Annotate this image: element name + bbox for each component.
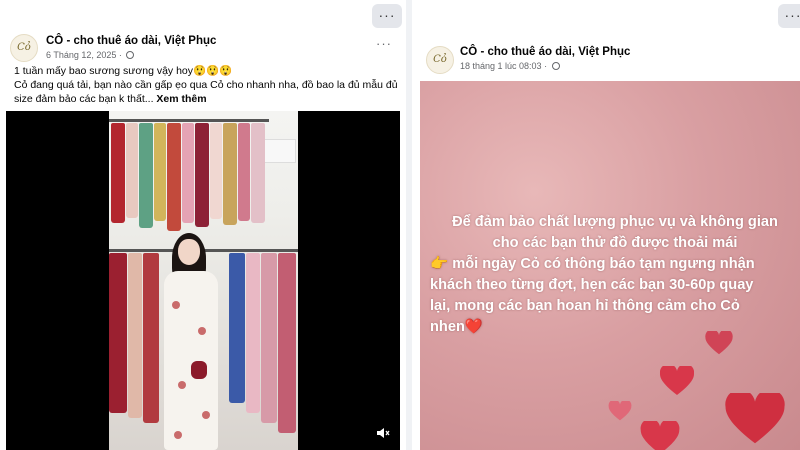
clothing-item <box>246 253 260 413</box>
video-frame <box>109 111 298 450</box>
heart-icon <box>640 421 680 450</box>
top-bar: ··· <box>0 0 406 28</box>
volume-muted-icon[interactable] <box>376 426 390 440</box>
overlay-line: 👉 mỗi ngày Cỏ có thông báo tạm ngưng nhậ… <box>430 256 755 272</box>
clothing-item <box>278 253 296 433</box>
image-overlay-text: Để đảm bảo chất lượng phục vụ và không g… <box>430 212 800 338</box>
heart-icon <box>608 401 632 421</box>
overlay-line: cho các bạn thử đồ được thoải mái <box>492 235 738 251</box>
post-image[interactable]: Để đảm bảo chất lượng phục vụ và không g… <box>420 81 800 450</box>
clothing-item <box>109 253 127 413</box>
page-name-link[interactable]: CÔ - cho thuê áo dài, Việt Phục <box>460 46 630 58</box>
air-conditioner <box>264 139 296 163</box>
flower-pattern <box>178 381 186 389</box>
page-avatar[interactable]: Cỏ <box>10 34 38 62</box>
clothing-item <box>195 123 209 227</box>
clothing-item <box>238 123 250 221</box>
post-right: ··· Cỏ CÔ - cho thuê áo dài, Việt Phục 1… <box>412 0 800 450</box>
clothing-item <box>223 123 237 225</box>
overlay-line: lại, mong các bạn hoan hỉ thông cảm cho … <box>430 298 740 314</box>
clothing-item <box>139 123 153 228</box>
caption-line: 1 tuần mấy bao sương sương vậy hoy😲😲😲 <box>14 65 233 77</box>
post-left: ··· Cỏ CÔ - cho thuê áo dài, Việt Phục 6… <box>0 0 406 450</box>
clothing-item <box>229 253 245 403</box>
post-header: Cỏ CÔ - cho thuê áo dài, Việt Phục 18 th… <box>412 42 800 82</box>
video-player[interactable] <box>6 111 400 450</box>
clothing-item <box>128 253 142 418</box>
clothing-item <box>167 123 181 231</box>
person-ao-dai <box>164 271 218 450</box>
post-timestamp[interactable]: 6 Tháng 12, 2025 · <box>46 50 122 60</box>
post-timestamp[interactable]: 18 tháng 1 lúc 08:03 · <box>460 61 547 71</box>
clothing-item <box>111 123 125 223</box>
clothing-item <box>261 253 277 423</box>
caption-text: Cỏ đang quá tải, bạn nào cần gấp ẹo qua … <box>14 78 399 106</box>
clothing-item <box>143 253 159 423</box>
heart-icon <box>660 366 694 395</box>
post-meta: 18 tháng 1 lúc 08:03 · <box>460 61 560 71</box>
post-more-options-button[interactable]: ··· <box>376 36 392 51</box>
top-bar: ··· <box>412 0 800 28</box>
page-avatar[interactable]: Cỏ <box>426 46 454 74</box>
globe-icon <box>126 51 135 59</box>
see-more-link[interactable]: Xem thêm <box>156 93 206 105</box>
top-more-button[interactable]: ··· <box>778 4 800 28</box>
overlay-line: Để đảm bảo chất lượng phục vụ và không g… <box>452 214 778 230</box>
flower-pattern <box>174 431 182 439</box>
page-name-link[interactable]: CÔ - cho thuê áo dài, Việt Phục <box>46 35 216 47</box>
flower-pattern <box>198 327 206 335</box>
clothing-item <box>126 123 138 218</box>
flower-pattern <box>202 411 210 419</box>
overlay-line: khách theo từng đợt, hẹn các bạn 30-60p … <box>430 277 754 293</box>
top-more-button[interactable]: ··· <box>372 4 402 28</box>
clothing-item <box>154 123 166 221</box>
clothing-item <box>210 123 222 219</box>
post-caption: 1 tuần mấy bao sương sương vậy hoy😲😲😲 Cỏ… <box>14 64 399 106</box>
overlay-line: nhen❤️ <box>430 319 484 335</box>
post-meta: 6 Tháng 12, 2025 · <box>46 50 135 60</box>
handbag <box>191 361 207 379</box>
flower-pattern <box>172 301 180 309</box>
globe-icon <box>551 62 560 70</box>
clothing-item <box>251 123 265 223</box>
heart-icon <box>725 393 785 444</box>
clothes-rack <box>109 119 269 122</box>
person-face <box>178 239 200 265</box>
clothing-item <box>182 123 194 223</box>
heart-icon <box>705 331 733 355</box>
